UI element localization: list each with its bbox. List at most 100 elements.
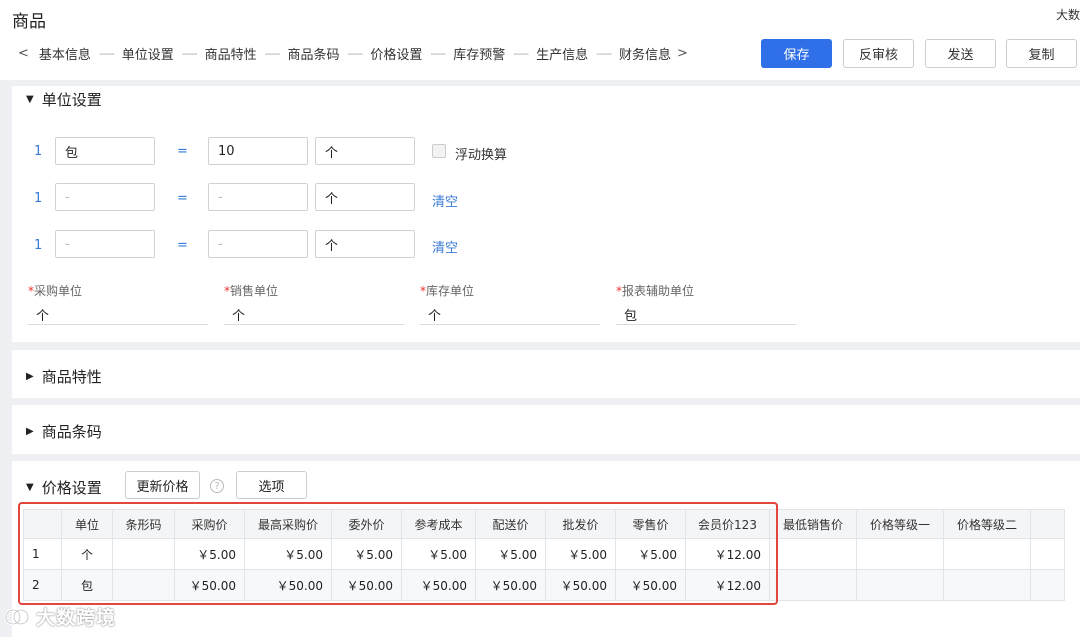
watermark-logo-icon: [4, 608, 30, 625]
send-button[interactable]: 发送: [925, 39, 996, 68]
traits-title: 商品特性: [41, 368, 102, 386]
purchase-price-cell[interactable]: ￥5.00: [174, 538, 245, 570]
conversion-qty-input[interactable]: -: [208, 230, 308, 258]
watermark: 大数跨境: [4, 603, 116, 630]
copy-button[interactable]: 复制: [1006, 39, 1077, 68]
conversion-unit-input[interactable]: -: [55, 183, 155, 211]
col-outsource-price-header: 委外价: [331, 509, 402, 539]
section-nav: < 基本信息 ----- 单位设置 ----- 商品特性 ----- 商品条码 …: [18, 44, 688, 63]
expand-triangle-icon: ▶: [26, 426, 34, 437]
unit-settings-title: 单位设置: [41, 91, 102, 109]
col-member-price-header: 会员价123: [685, 509, 770, 539]
outsource-price-cell[interactable]: ￥50.00: [331, 569, 402, 601]
clear-link[interactable]: 清空: [432, 191, 458, 210]
help-icon[interactable]: ?: [210, 479, 224, 493]
nav-step-stock-alert[interactable]: 库存预警: [453, 44, 505, 63]
unit-settings-header[interactable]: ▼ 单位设置: [26, 89, 102, 110]
sales-unit-field[interactable]: *销售单位 个: [224, 282, 404, 325]
conversion-base-qty: 1: [34, 238, 43, 253]
delivery-price-cell[interactable]: ￥5.00: [475, 538, 546, 570]
extra-cell: [1030, 569, 1065, 601]
max-purchase-price-cell[interactable]: ￥5.00: [244, 538, 332, 570]
float-conversion-label: 浮动换算: [455, 148, 508, 163]
conversion-base-qty: 1: [34, 144, 43, 159]
options-button[interactable]: 选项: [236, 471, 307, 499]
retail-price-cell[interactable]: ￥50.00: [615, 569, 686, 601]
clear-link[interactable]: 清空: [432, 237, 458, 256]
sales-unit-value[interactable]: 个: [224, 305, 404, 325]
nav-step-production-info[interactable]: 生产信息: [536, 44, 588, 63]
report-aux-unit-field[interactable]: *报表辅助单位 包: [616, 282, 796, 325]
nav-step-unit-settings[interactable]: 单位设置: [122, 44, 174, 63]
ref-cost-cell[interactable]: ￥50.00: [401, 569, 476, 601]
purchase-price-cell[interactable]: ￥50.00: [174, 569, 245, 601]
barcode-header[interactable]: ▶ 商品条码: [26, 421, 102, 442]
nav-step-finance-info[interactable]: 财务信息: [619, 44, 671, 63]
col-max-purchase-price-header: 最高采购价: [244, 509, 332, 539]
nav-separator: -----: [513, 47, 529, 60]
watermark-text: 大数跨境: [36, 607, 117, 629]
unit-cell: 个: [61, 538, 113, 570]
nav-step-barcode[interactable]: 商品条码: [288, 44, 340, 63]
nav-step-price-settings[interactable]: 价格设置: [370, 44, 422, 63]
price-level-2-cell[interactable]: [943, 538, 1031, 570]
unit-cell: 包: [61, 569, 113, 601]
conversion-qty-input[interactable]: 10: [208, 137, 308, 165]
max-purchase-price-cell[interactable]: ￥50.00: [244, 569, 332, 601]
nav-separator: -----: [430, 47, 446, 60]
base-unit-input[interactable]: 个: [315, 230, 415, 258]
col-extra-header: [1030, 509, 1065, 539]
report-aux-unit-value[interactable]: 包: [616, 305, 796, 325]
min-sale-price-cell[interactable]: [769, 538, 857, 570]
conversion-unit-input[interactable]: 包: [55, 137, 155, 165]
wholesale-price-cell[interactable]: ￥5.00: [545, 538, 616, 570]
float-conversion-checkbox[interactable]: [432, 144, 446, 158]
delivery-price-cell[interactable]: ￥50.00: [475, 569, 546, 601]
price-level-1-cell[interactable]: [856, 538, 944, 570]
unit-settings-panel: ▼ 单位设置 1 包 = 10 个 浮动换算 1 - = - 个 清空 1 - …: [12, 86, 1080, 342]
nav-next-icon[interactable]: >: [677, 46, 688, 61]
member-price-cell[interactable]: ￥12.00: [685, 538, 770, 570]
save-button[interactable]: 保存: [761, 39, 832, 68]
unapprove-button[interactable]: 反审核: [843, 39, 914, 68]
nav-separator: -----: [347, 47, 364, 60]
update-price-button[interactable]: 更新价格: [125, 471, 200, 499]
conversion-unit-input[interactable]: -: [55, 230, 155, 258]
col-price-level-2-header: 价格等级二: [943, 509, 1031, 539]
traits-header[interactable]: ▶ 商品特性: [26, 366, 102, 387]
ref-cost-cell[interactable]: ￥5.00: [401, 538, 476, 570]
nav-prev-icon[interactable]: <: [18, 46, 29, 61]
table-row: 2 包 ￥50.00 ￥50.00 ￥50.00 ￥50.00 ￥50.00 ￥…: [23, 569, 1065, 601]
conversion-qty-input[interactable]: -: [208, 183, 308, 211]
nav-step-basic-info[interactable]: 基本信息: [39, 44, 91, 63]
equals-sign: =: [177, 144, 188, 159]
price-settings-title: 价格设置: [41, 479, 102, 497]
stock-unit-value[interactable]: 个: [420, 305, 600, 325]
col-purchase-price-header: 采购价: [174, 509, 245, 539]
stock-unit-field[interactable]: *库存单位 个: [420, 282, 600, 325]
nav-step-traits[interactable]: 商品特性: [205, 44, 257, 63]
outsource-price-cell[interactable]: ￥5.00: [331, 538, 402, 570]
retail-price-cell[interactable]: ￥5.00: [615, 538, 686, 570]
price-level-1-cell[interactable]: [856, 569, 944, 601]
table-row: 1 个 ￥5.00 ￥5.00 ￥5.00 ￥5.00 ￥5.00 ￥5.00 …: [23, 538, 1065, 570]
price-table-header: 单位 条形码 采购价 最高采购价 委外价 参考成本 配送价 批发价 零售价 会员…: [23, 509, 1065, 539]
stock-unit-label: *库存单位: [420, 284, 475, 298]
collapse-triangle-icon: ▼: [26, 94, 34, 105]
extra-cell: [1030, 538, 1065, 570]
barcode-cell[interactable]: [112, 538, 175, 570]
purchase-unit-field[interactable]: *采购单位 个: [28, 282, 208, 325]
row-index: 2: [23, 569, 62, 601]
wholesale-price-cell[interactable]: ￥50.00: [545, 569, 616, 601]
member-price-cell[interactable]: ￥12.00: [685, 569, 770, 601]
min-sale-price-cell[interactable]: [769, 569, 857, 601]
purchase-unit-value[interactable]: 个: [28, 305, 208, 325]
base-unit-input[interactable]: 个: [315, 183, 415, 211]
barcode-title: 商品条码: [41, 423, 102, 441]
price-settings-header[interactable]: ▼ 价格设置: [26, 477, 102, 498]
collapse-triangle-icon: ▼: [26, 482, 34, 493]
base-unit-input[interactable]: 个: [315, 137, 415, 165]
barcode-cell[interactable]: [112, 569, 175, 601]
price-level-2-cell[interactable]: [943, 569, 1031, 601]
nav-separator: -----: [596, 47, 612, 60]
